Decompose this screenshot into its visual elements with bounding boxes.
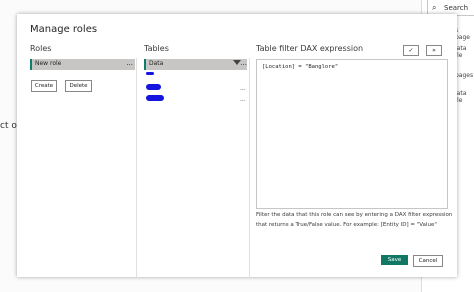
create-button[interactable]: Create xyxy=(31,80,57,92)
manage-roles-dialog: Manage roles Roles New role ... Create D… xyxy=(17,14,457,278)
role-item-new-role[interactable]: New role ... xyxy=(30,59,135,70)
row-more-icon[interactable]: ... xyxy=(240,85,246,92)
side-item: s page xyxy=(455,27,470,41)
dax-editor[interactable]: [Location] = "Banglore" xyxy=(256,59,448,209)
side-item: lata fie xyxy=(455,45,467,59)
redaction-mark xyxy=(146,72,154,75)
check-button[interactable]: ✓ xyxy=(403,45,419,56)
redaction-mark xyxy=(146,95,164,101)
more-icon[interactable]: ... xyxy=(240,59,247,67)
delete-button[interactable]: Delete xyxy=(65,80,92,92)
expand-button[interactable]: » xyxy=(426,45,442,56)
cancel-button[interactable]: Cancel xyxy=(413,255,443,267)
table-item-data[interactable]: Data ... xyxy=(144,59,247,70)
search-icon: ⌕ xyxy=(432,3,437,12)
dialog-title: Manage roles xyxy=(30,24,98,35)
divider xyxy=(136,58,137,278)
role-label: New role xyxy=(35,60,62,67)
search-label: Search xyxy=(444,4,469,12)
roles-heading: Roles xyxy=(30,44,52,53)
divider xyxy=(249,58,250,278)
side-item: pages xyxy=(455,72,474,79)
help-text: Filter the data that this role can see b… xyxy=(256,212,453,228)
save-button[interactable]: Save xyxy=(381,255,408,265)
tables-heading: Tables xyxy=(144,44,169,53)
dax-expression: [Location] = "Banglore" xyxy=(262,64,339,70)
redaction-mark xyxy=(146,84,161,90)
side-item: lata fie xyxy=(455,90,467,104)
more-icon[interactable]: ... xyxy=(126,59,133,67)
dax-heading: Table filter DAX expression xyxy=(256,44,364,53)
table-label: Data xyxy=(149,60,164,67)
row-more-icon[interactable]: ... xyxy=(240,96,246,103)
